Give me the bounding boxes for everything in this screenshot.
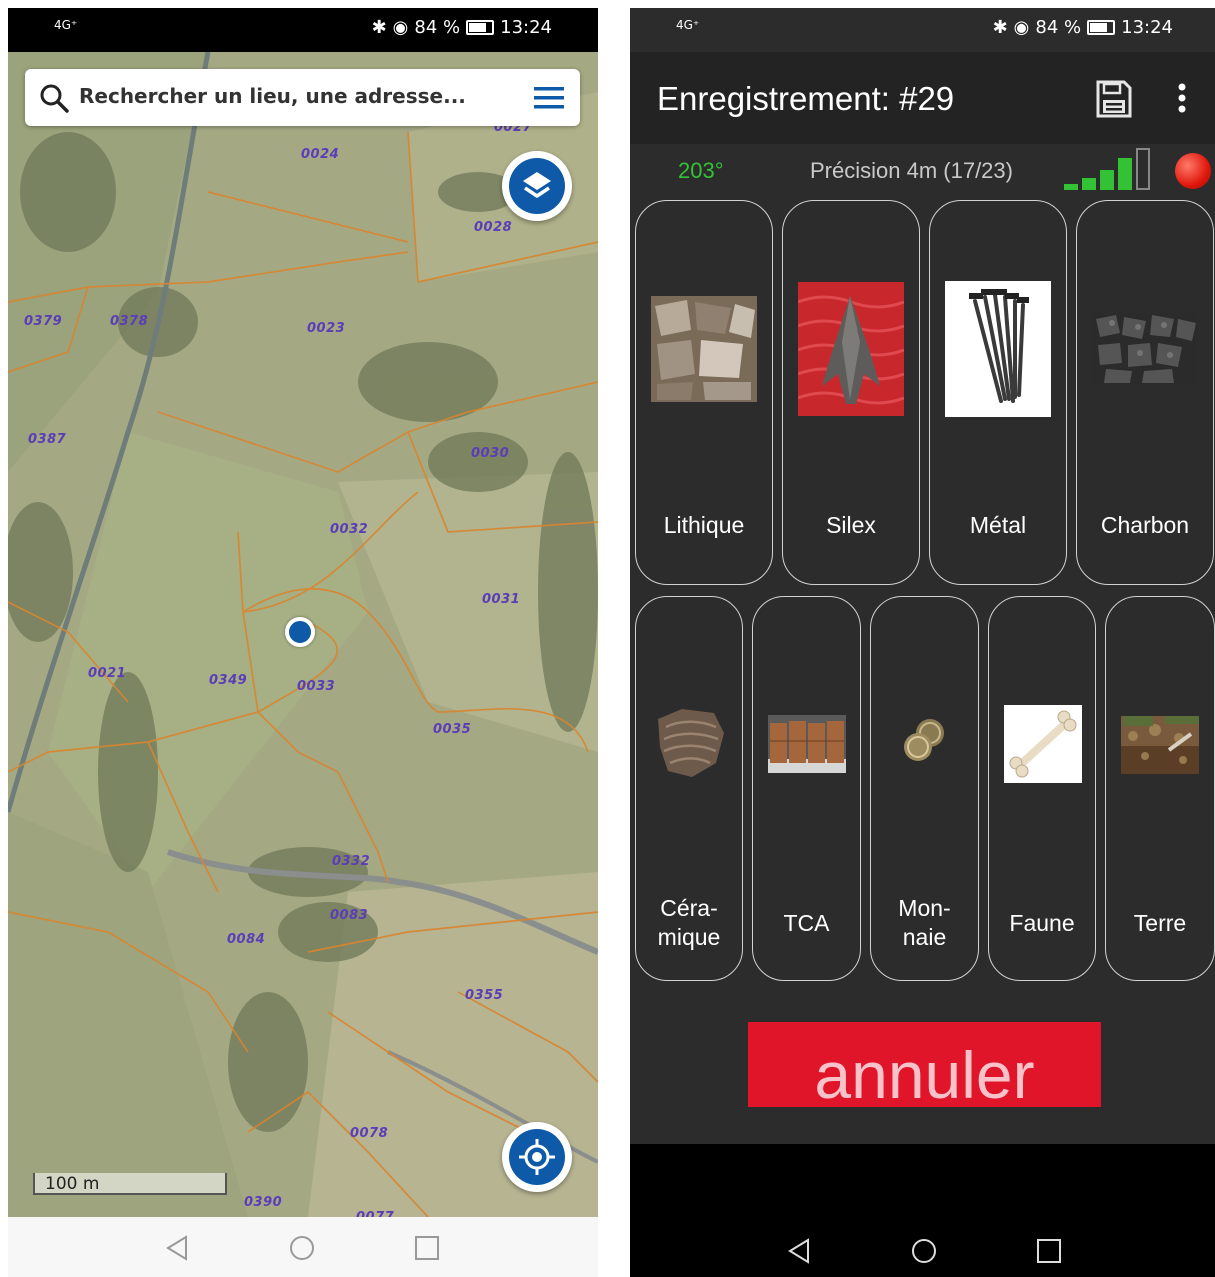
more-vert-icon[interactable]: [1176, 83, 1188, 113]
cancel-button[interactable]: annuler: [748, 1022, 1101, 1107]
home-icon[interactable]: [289, 1235, 315, 1261]
coins-image: [904, 719, 944, 761]
coal-image: [1092, 313, 1198, 385]
clock: 13:24: [500, 17, 552, 38]
parcel-label: 0030: [471, 446, 510, 461]
record-red-dot-icon[interactable]: [1175, 153, 1211, 189]
flint-arrowhead-image: [798, 282, 904, 416]
gps-target-icon: [519, 1139, 555, 1175]
category-label: Lithique: [663, 512, 745, 538]
category-metal-button[interactable]: Métal: [929, 200, 1067, 585]
parcel-label: 0349: [209, 673, 248, 688]
bone-image: [1004, 705, 1082, 783]
locate-me-button[interactable]: [502, 1122, 572, 1192]
status-bar: 4G⁺ ✱ ◉ 84 % 13:24: [630, 8, 1215, 52]
search-icon: [40, 84, 69, 113]
parcel-label: 0035: [433, 722, 472, 737]
battery-icon: [1087, 20, 1116, 35]
category-label: Charbon: [1100, 512, 1190, 538]
parcel-label: 0083: [330, 908, 369, 923]
category-faune-button[interactable]: Faune: [988, 596, 1096, 981]
network-indicator: 4G⁺: [676, 18, 700, 32]
category-label: Métal: [969, 512, 1027, 538]
layers-button[interactable]: [502, 151, 572, 221]
bluetooth-icon: ✱: [992, 17, 1008, 38]
parcel-label: 0379: [24, 314, 63, 329]
recents-icon[interactable]: [1036, 1238, 1062, 1264]
home-icon[interactable]: [911, 1238, 937, 1264]
parcel-label: 0084: [227, 932, 266, 947]
search-input[interactable]: Rechercher un lieu, une adresse...: [79, 84, 466, 108]
gps-info-row: 203° Précision 4m (17/23): [630, 146, 1215, 198]
system-nav-bar: [8, 1217, 598, 1277]
ceramic-shard-image: [658, 709, 724, 777]
parcel-label: 0387: [28, 432, 67, 447]
category-label: TCA: [783, 910, 830, 936]
recents-icon[interactable]: [414, 1235, 440, 1261]
parcel-label: 0332: [332, 854, 371, 869]
search-bar[interactable]: Rechercher un lieu, une adresse...: [25, 69, 580, 126]
parcel-label: 0028: [474, 220, 513, 235]
category-label: Silex: [826, 512, 876, 538]
clock: 13:24: [1121, 17, 1173, 38]
back-icon[interactable]: [164, 1235, 190, 1261]
save-floppy-icon[interactable]: [1096, 80, 1132, 118]
parcel-label: 0024: [301, 147, 340, 162]
category-lithique-button[interactable]: Lithique: [635, 200, 773, 585]
battery-icon: [466, 20, 495, 35]
battery-percent: 84 %: [414, 17, 461, 38]
back-icon[interactable]: [786, 1238, 812, 1264]
signal-strength-icon: [1064, 148, 1156, 190]
category-label: Faune: [1009, 910, 1075, 936]
network-indicator: 4G⁺: [54, 18, 78, 32]
location-icon: ◉: [392, 17, 409, 38]
parcel-label: 0031: [482, 592, 521, 607]
parcel-label: 0077: [356, 1210, 394, 1217]
map-screen: 4G⁺ ✱ ◉ 84 % 13:24 0027 0024 0028 0379 0…: [8, 8, 598, 1277]
battery-percent: 84 %: [1035, 17, 1082, 38]
parcel-label: 0390: [244, 1195, 283, 1210]
category-terre-button[interactable]: Terre: [1105, 596, 1215, 981]
status-bar: 4G⁺ ✱ ◉ 84 % 13:24: [8, 8, 598, 52]
page-title: Enregistrement: #29: [657, 80, 955, 117]
metal-nails-image: [945, 281, 1051, 417]
location-icon: ◉: [1013, 17, 1030, 38]
hamburger-menu-icon[interactable]: [534, 87, 564, 109]
category-monnaie-button[interactable]: Mon- naie: [870, 596, 979, 981]
parcel-label: 0021: [88, 666, 127, 681]
category-silex-button[interactable]: Silex: [782, 200, 920, 585]
roof-tiles-image: [768, 715, 846, 773]
category-tca-button[interactable]: TCA: [752, 596, 861, 981]
category-charbon-button[interactable]: Charbon: [1076, 200, 1214, 585]
system-nav-bar: [630, 1144, 1215, 1277]
parcel-label: 0078: [350, 1126, 389, 1141]
category-label: Terre: [1133, 910, 1187, 936]
stones-image: [651, 296, 757, 402]
parcel-label: 0355: [465, 988, 504, 1003]
category-ceramique-button[interactable]: Céra- mique: [635, 596, 743, 981]
parcel-label: 0032: [330, 522, 369, 537]
record-screen: 4G⁺ ✱ ◉ 84 % 13:24 Enregistrement: #29 2…: [630, 8, 1215, 1277]
parcel-label: 0023: [307, 321, 346, 336]
category-label: Céra- mique: [657, 895, 721, 950]
parcel-label: 0378: [110, 314, 149, 329]
soil-image: [1121, 716, 1199, 774]
category-label: Mon- naie: [898, 895, 951, 950]
scale-bar: 100 m: [33, 1173, 227, 1195]
parcel-label: 0033: [297, 679, 336, 694]
bearing-value: 203°: [678, 158, 724, 183]
layers-icon: [523, 172, 551, 198]
current-location-marker: [285, 617, 315, 647]
precision-text: Précision 4m (17/23): [810, 158, 1013, 183]
bluetooth-icon: ✱: [371, 17, 387, 38]
